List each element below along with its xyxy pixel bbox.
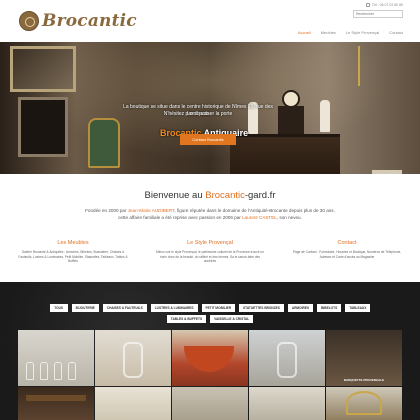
welcome-intro: Fondée en 2000 par Jean-Marie AUDIBERT, … [85, 208, 335, 220]
gallery-section: TOUS BIJOUTERIE CHAISES & FAUTEUILS LUST… [0, 282, 420, 420]
phone-number: Tél : 06 07 02 60 89 [371, 3, 403, 7]
feature-columns: Les Meubles Galerie Brocante & Antiquité… [18, 240, 402, 264]
gallery-grid: BANQUETTE PROVENÇALE [18, 330, 402, 420]
hero-text-line: N'hésitez pas à passer la porte [163, 111, 233, 117]
hero-lamp-image [358, 46, 360, 86]
gallery-item[interactable] [326, 387, 402, 420]
feature-text: Page de Contact : Formulaire, Horaires e… [292, 250, 402, 259]
gallery-item[interactable] [95, 330, 171, 386]
gallery-item[interactable] [172, 387, 248, 420]
feature-style: Le Style Provençal Mieux voir le style P… [155, 240, 265, 264]
hero-chair-image [88, 118, 120, 168]
filter-lustres[interactable]: LUSTRES & LUMINAIRES [150, 304, 198, 312]
filter-petit-mobilier[interactable]: PETIT MOBILIER [201, 304, 236, 312]
feature-meubles: Les Meubles Galerie Brocante & Antiquité… [18, 240, 128, 264]
filter-statuettes[interactable]: STATUETTES BRONZES [239, 304, 284, 312]
hero-figurine-image [372, 170, 402, 174]
filter-bibelots[interactable]: BIBELOTS [317, 304, 342, 312]
feature-contact: Contact Page de Contact : Formulaire, Ho… [292, 240, 402, 264]
feature-title[interactable]: Les Meubles [18, 240, 128, 246]
hero-clock-face [282, 90, 300, 108]
welcome-title: Bienvenue au Brocantic-gard.fr [144, 190, 276, 201]
filter-tableaux[interactable]: TABLEAUX [345, 304, 371, 312]
hero-fireplace-image [18, 97, 68, 157]
nav-item-contact[interactable]: Contact [389, 30, 403, 35]
hero-mirror-image [10, 46, 76, 92]
filter-tous[interactable]: TOUS [49, 304, 68, 312]
welcome-section: Bienvenue au Brocantic-gard.fr Fondée en… [0, 190, 420, 221]
logo-text: Brocantic [42, 11, 137, 31]
filter-bijouterie[interactable]: BIJOUTERIE [71, 304, 99, 312]
logo-emblem-icon [19, 11, 39, 31]
filter-armoires[interactable]: ARMOIRES [287, 304, 314, 312]
hero-clock-case [278, 106, 304, 134]
site-logo[interactable]: Brocantic [19, 11, 137, 31]
nav-item-accueil[interactable]: Accueil [298, 30, 311, 35]
owner-link[interactable]: Laurent CASTEL [242, 215, 277, 220]
gallery-item[interactable] [18, 387, 94, 420]
gallery-item[interactable] [249, 330, 325, 386]
feature-text: Galerie Brocante & Antiquités : Armoires… [18, 250, 128, 263]
gallery-filters: TOUS BIJOUTERIE CHAISES & FAUTEUILS LUST… [36, 304, 384, 323]
gallery-caption: BANQUETTE PROVENÇALE [343, 378, 385, 382]
feature-title[interactable]: Contact [292, 240, 402, 246]
gallery-item[interactable] [95, 387, 171, 420]
hero-commode-image [230, 134, 340, 174]
gallery-item[interactable]: BANQUETTE PROVENÇALE [326, 330, 402, 386]
gallery-item[interactable] [172, 330, 248, 386]
filter-vaisselle[interactable]: VAISSELLE & CRISTAL [210, 315, 254, 323]
nav-item-style-provencal[interactable]: Le Style Provençal [346, 30, 379, 35]
phone-icon [365, 3, 370, 7]
feature-title[interactable]: Le Style Provençal [155, 240, 265, 246]
search-input[interactable] [353, 10, 403, 18]
phone-line: Tél : 06 07 02 60 89 [365, 3, 403, 7]
filter-tables[interactable]: TABLES & BUFFETS [166, 315, 207, 323]
nav-item-meubles[interactable]: Meubles [321, 30, 336, 35]
gallery-item[interactable] [18, 330, 94, 386]
filter-chaises[interactable]: CHAISES & FAUTEUILS [102, 304, 147, 312]
hero-contact-button[interactable]: Contact Brocantic [180, 134, 236, 145]
main-nav: Accueil Meubles Le Style Provençal Conta… [298, 30, 403, 35]
gallery-item[interactable] [249, 387, 325, 420]
hero-statue-image [320, 100, 330, 132]
site-header: Brocantic Tél : 06 07 02 60 89 Accueil M… [0, 0, 420, 42]
founder-link[interactable]: Jean-Marie AUDIBERT [128, 208, 175, 213]
feature-text: Mieux voir le style Provençal, le patrim… [156, 250, 264, 263]
